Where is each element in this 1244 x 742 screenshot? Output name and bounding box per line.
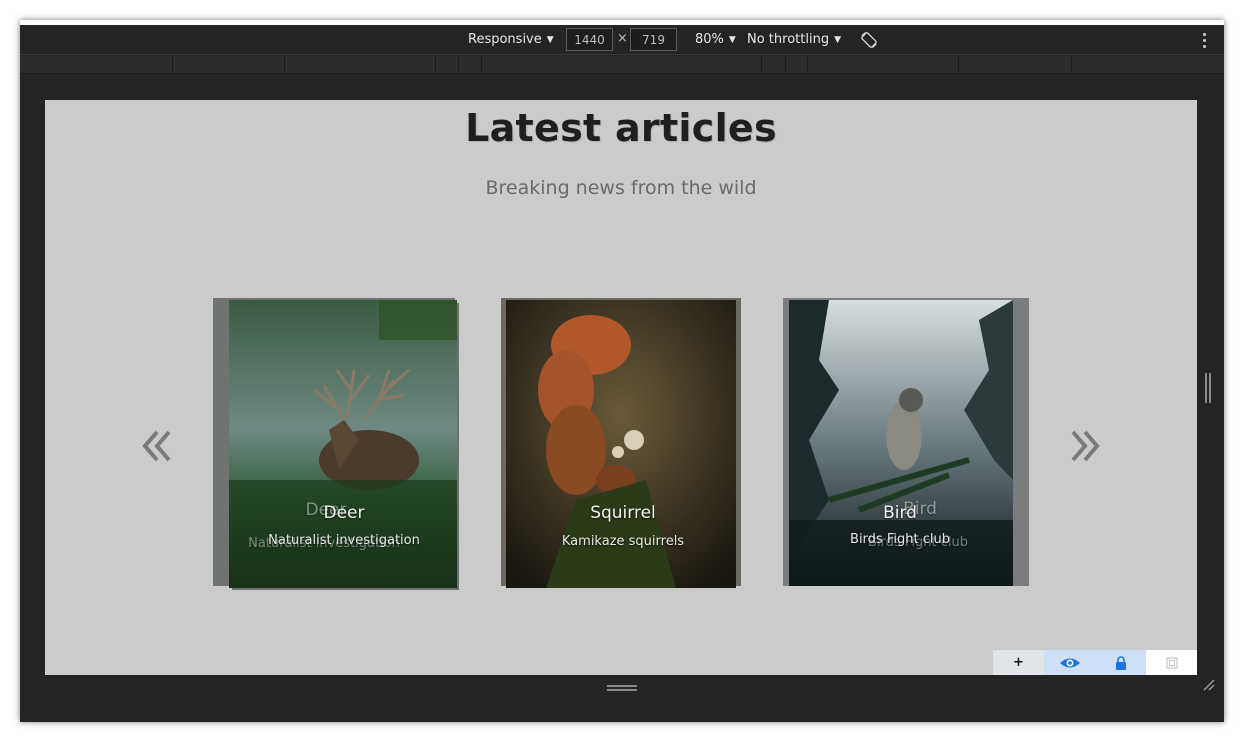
- page-title: Latest articles: [465, 106, 777, 150]
- add-button[interactable]: +: [993, 650, 1044, 675]
- dimension-separator: ×: [617, 31, 628, 46]
- media-query-ruler[interactable]: [20, 56, 1224, 74]
- throttling-select[interactable]: No throttling ▼: [747, 31, 841, 49]
- frame-button[interactable]: [1146, 650, 1197, 675]
- frame-icon: [1165, 656, 1178, 669]
- overlay-widget: +: [993, 650, 1197, 675]
- devtools-device-window: Responsive ▼ × 80% ▼ No throttling ▼: [20, 20, 1224, 722]
- device-caret-icon: ▼: [546, 35, 554, 45]
- device-select[interactable]: Responsive ▼: [468, 31, 554, 49]
- view-button[interactable]: [1044, 650, 1095, 675]
- chevron-double-left-icon: [142, 430, 171, 462]
- throttling-caret-icon: ▼: [834, 35, 841, 45]
- card-caption: Kamikaze squirrels: [561, 534, 685, 549]
- card-title: Deer: [323, 503, 365, 523]
- width-input[interactable]: [566, 28, 613, 51]
- article-card-bird[interactable]: Bird Birds Fight club Bird Birds Fight c…: [783, 298, 1033, 590]
- carousel-prev-button[interactable]: [141, 426, 175, 466]
- card-caption: Birds Fight club: [850, 532, 950, 547]
- height-input[interactable]: [630, 28, 677, 51]
- device-select-label: Responsive: [468, 32, 542, 47]
- card-title: Bird: [883, 503, 917, 523]
- chevron-double-right-icon: [1071, 430, 1100, 462]
- lock-icon: [1115, 655, 1126, 670]
- device-bottom-bar: [20, 676, 1224, 722]
- zoom-caret-icon: ▼: [728, 35, 736, 45]
- card-title: Squirrel: [590, 503, 656, 523]
- eye-icon: [1059, 658, 1080, 667]
- zoom-select-label: 80%: [695, 32, 724, 47]
- throttling-select-label: No throttling: [747, 32, 830, 47]
- rotate-icon[interactable]: [860, 31, 878, 49]
- carousel-next-button[interactable]: [1067, 426, 1101, 466]
- height-resize-handle[interactable]: [607, 684, 637, 692]
- plus-icon: +: [1013, 655, 1024, 670]
- kebab-menu-icon[interactable]: [1198, 30, 1212, 50]
- width-resize-handle[interactable]: [1203, 373, 1213, 403]
- device-toolbar: Responsive ▼ × 80% ▼ No throttling ▼: [20, 25, 1224, 55]
- page-viewport: Latest articles Breaking news from the w…: [45, 100, 1197, 675]
- lock-button[interactable]: [1095, 650, 1146, 675]
- article-card-deer[interactable]: Deer Naturalist investigation Deer Natur…: [213, 298, 459, 590]
- card-caption: Naturalist investigation: [268, 533, 420, 548]
- zoom-select[interactable]: 80% ▼: [695, 31, 736, 49]
- page-subtitle: Breaking news from the wild: [485, 177, 757, 199]
- corner-resize-grip-icon[interactable]: [1200, 676, 1216, 692]
- article-card-squirrel[interactable]: Squirrel Kamikaze squirrels: [501, 298, 745, 590]
